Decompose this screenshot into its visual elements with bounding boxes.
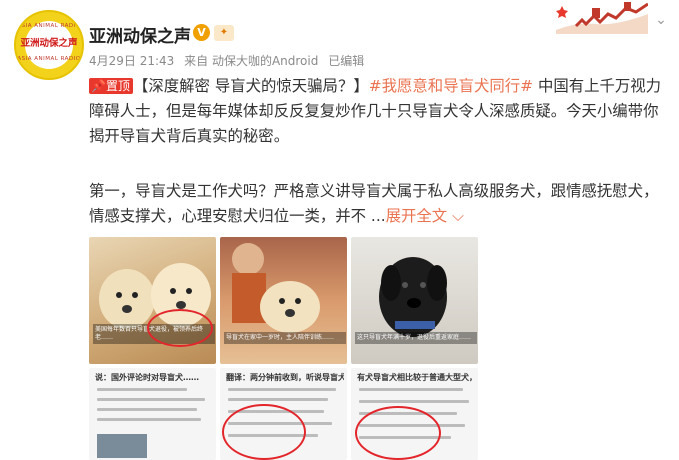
text-line: [97, 388, 187, 391]
image-heading: 说：国外评论时对导盲犬……: [95, 373, 199, 382]
fan-badge-icon: ✦: [214, 25, 234, 41]
great-wall-decoration: [556, 2, 648, 34]
post-source: 来自 动保大咖的Android: [184, 54, 319, 68]
pinned-badge: 📌置顶: [89, 78, 133, 94]
account-name[interactable]: 亚洲动保之声: [89, 22, 191, 47]
post-edited[interactable]: 已编辑: [328, 54, 364, 68]
post-image-1[interactable]: 美国每年数百只导盲犬退役，被领养后终老……: [89, 237, 216, 364]
post-paragraph-1: 📌置顶 【深度解密 导盲犬的惊天骗局？】#我愿意和导盲犬同行# 中国有上千万视力障…: [89, 74, 669, 149]
text-line: [359, 400, 469, 403]
post-body: 📌置顶 【深度解密 导盲犬的惊天骗局？】#我愿意和导盲犬同行# 中国有上千万视力障…: [89, 74, 669, 229]
text-line: [359, 388, 463, 391]
man-and-dog-image: [232, 243, 320, 333]
red-circle-annotation: [355, 406, 441, 460]
black-labrador-image: [379, 257, 447, 337]
post-body-text: 第一，导盲犬是工作犬吗？严格意义讲导盲犬属于私人高级服务犬，跟情感抚慰犬，情感支…: [89, 182, 659, 225]
post-image-6[interactable]: 有犬导盲犬相比较于普通大型犬，并非……: [351, 368, 478, 460]
red-circle-annotation: [147, 309, 213, 347]
post-image-3[interactable]: 这只导盲犬年满十岁，退役后重返家庭……: [351, 237, 478, 364]
image-heading: 翻译：两分钟前收到，听说导盲犬……: [226, 373, 344, 382]
post-meta: 4月29日 21:43 来自 动保大咖的Android 已编辑: [89, 52, 370, 69]
text-line: [97, 408, 197, 411]
chevron-down-icon[interactable]: ⌄: [651, 12, 671, 32]
text-line: [228, 398, 328, 401]
puppies-image: [99, 263, 211, 329]
avatar-ring-top-text: ASIA ANIMAL RADIO: [17, 23, 81, 29]
verified-v-icon: V: [193, 24, 210, 41]
post-time[interactable]: 4月29日 21:43: [89, 54, 174, 68]
hashtag-link[interactable]: #我愿意和导盲犬同行#: [369, 77, 533, 95]
expand-full-text-link[interactable]: 展开全文 ⌵: [386, 207, 464, 225]
post-image-4[interactable]: 说：国外评论时对导盲犬……: [89, 368, 216, 460]
text-line: [97, 418, 201, 421]
post-headline: 【深度解密 导盲犬的惊天骗局？】: [132, 77, 369, 95]
avatar-logo-text: 亚洲动保之声: [20, 38, 78, 49]
red-circle-annotation: [222, 404, 306, 460]
post-image-2[interactable]: 导盲犬在家中一岁时，主人陪伴训练……: [220, 237, 347, 364]
text-line: [97, 398, 205, 401]
post-paragraph-2: 第一，导盲犬是工作犬吗？严格意义讲导盲犬属于私人高级服务犬，跟情感抚慰犬，情感支…: [89, 179, 669, 229]
embedded-photo: [97, 434, 147, 458]
avatar-ring-bottom-text: ASIA ANIMAL RADIO: [17, 56, 81, 62]
chevron-down-icon: ⌵: [447, 207, 464, 225]
text-line: [228, 388, 336, 391]
avatar[interactable]: ASIA ANIMAL RADIO 亚洲动保之声 ASIA ANIMAL RAD…: [14, 10, 84, 80]
image-heading: 有犬导盲犬相比较于普通大型犬，并非……: [357, 373, 475, 382]
post-image-5[interactable]: 翻译：两分钟前收到，听说导盲犬……: [220, 368, 347, 460]
image-caption: 导盲犬在家中一岁时，主人陪伴训练……: [224, 332, 346, 344]
image-caption: 这只导盲犬年满十岁，退役后重返家庭……: [355, 332, 477, 344]
